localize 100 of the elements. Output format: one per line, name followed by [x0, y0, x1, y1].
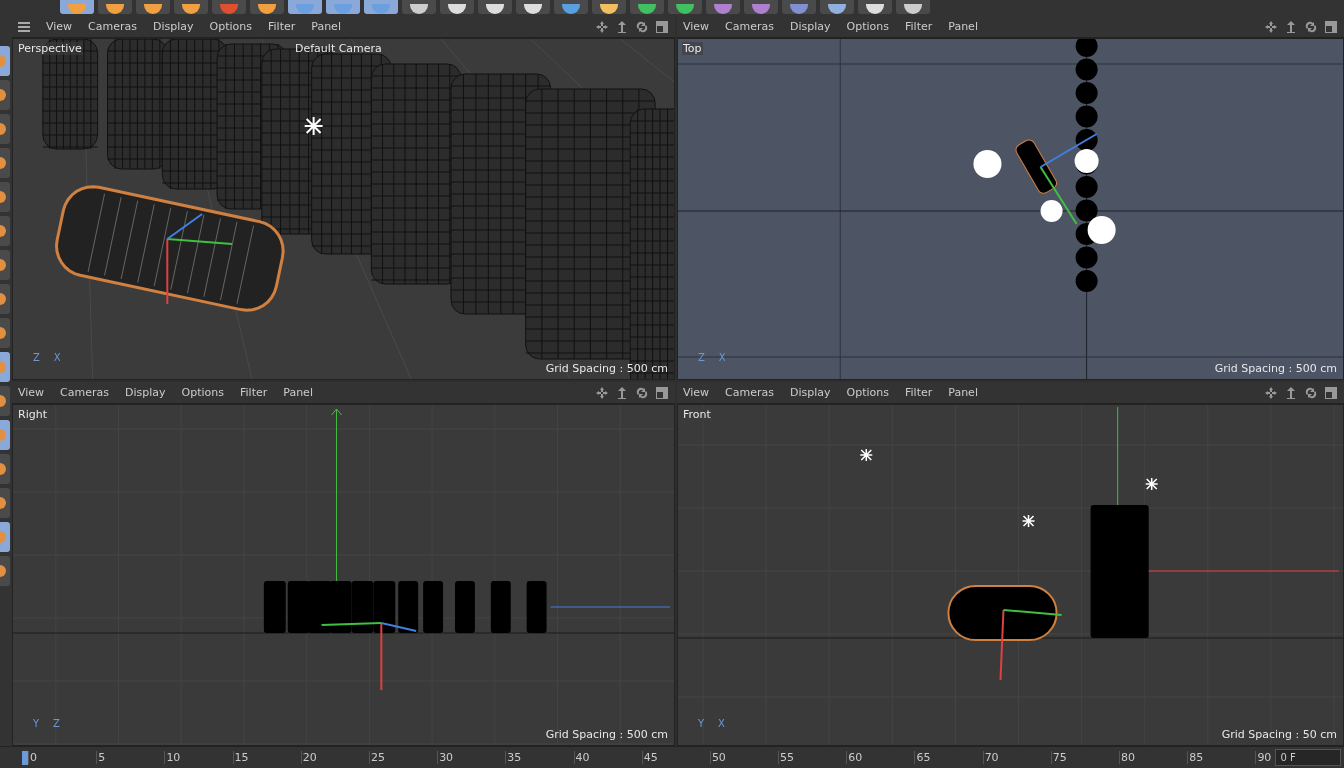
toolbar-button[interactable]: [98, 0, 132, 14]
move-arrows-icon[interactable]: [595, 19, 609, 34]
gizmo-axis-line[interactable]: [1002, 609, 1063, 616]
tool-icon: [68, 4, 86, 14]
rotate-arrows-icon[interactable]: [635, 385, 649, 400]
toolbar-button[interactable]: [630, 0, 664, 14]
toolbar-button[interactable]: [402, 0, 436, 14]
frame-tick-label: 10: [164, 751, 233, 764]
tool-button[interactable]: [0, 488, 10, 518]
rotate-arrows-icon[interactable]: [1304, 385, 1318, 400]
tool-icon: [904, 4, 922, 14]
menu-item[interactable]: Display: [790, 20, 831, 33]
gizmo-axis-line[interactable]: [1039, 133, 1098, 168]
tool-button[interactable]: [0, 114, 10, 144]
menu-item[interactable]: Panel: [948, 20, 978, 33]
tool-icon: [0, 89, 6, 101]
toolbar-button[interactable]: [250, 0, 284, 14]
tool-button[interactable]: [0, 216, 10, 246]
grid-spacing-label: Grid Spacing : 500 cm: [545, 362, 668, 375]
menu-item[interactable]: Options: [846, 386, 889, 399]
move-arrows-icon[interactable]: [1264, 385, 1278, 400]
toolbar-button[interactable]: [440, 0, 474, 14]
axis-label: Y: [698, 718, 705, 729]
gizmo-axis-line[interactable]: [999, 609, 1005, 681]
tool-button[interactable]: [0, 80, 10, 110]
menu-item[interactable]: View: [46, 20, 73, 33]
up-down-arrow-icon[interactable]: [615, 19, 629, 34]
rotate-arrows-icon[interactable]: [635, 19, 649, 34]
menu-item[interactable]: Filter: [240, 386, 268, 399]
tool-icon: [372, 4, 390, 14]
menu-item[interactable]: Cameras: [725, 386, 774, 399]
gizmo-axis-line[interactable]: [320, 622, 383, 626]
menu-item[interactable]: Cameras: [725, 20, 774, 33]
toolbar-button[interactable]: [174, 0, 208, 14]
tool-button[interactable]: [0, 318, 10, 348]
maximize-icon[interactable]: [1324, 385, 1338, 400]
light-icon: [1021, 514, 1036, 528]
can-icon: [1075, 199, 1098, 222]
tool-button[interactable]: [0, 250, 10, 280]
can-icon: [398, 581, 419, 633]
menu-item[interactable]: Options: [846, 20, 889, 33]
toolbar-button[interactable]: [782, 0, 816, 14]
menu-item[interactable]: View: [18, 386, 45, 399]
up-down-arrow-icon[interactable]: [615, 385, 629, 400]
tool-button[interactable]: [0, 182, 10, 212]
frame-tick-label: 40: [573, 751, 642, 764]
menu-item[interactable]: Display: [125, 386, 166, 399]
menu-item[interactable]: View: [683, 386, 710, 399]
toolbar-button[interactable]: [516, 0, 550, 14]
tool-icon: [0, 565, 6, 577]
menu-item[interactable]: Display: [790, 386, 831, 399]
toolbar-button[interactable]: [554, 0, 588, 14]
toolbar-button[interactable]: [478, 0, 512, 14]
tool-button[interactable]: [0, 148, 10, 178]
tool-button[interactable]: [0, 454, 10, 484]
toolbar-button[interactable]: [896, 0, 930, 14]
up-down-arrow-icon[interactable]: [1284, 385, 1298, 400]
menu-item[interactable]: Panel: [311, 20, 341, 33]
menu-item[interactable]: Options: [209, 20, 252, 33]
maximize-icon[interactable]: [655, 19, 669, 34]
menu-item[interactable]: Filter: [905, 20, 933, 33]
toolbar-button[interactable]: [668, 0, 702, 14]
maximize-icon[interactable]: [1324, 19, 1338, 34]
toolbar-button[interactable]: [136, 0, 170, 14]
frame-tick-label: 70: [982, 751, 1051, 764]
move-arrows-icon[interactable]: [1264, 19, 1278, 34]
menu-item[interactable]: Filter: [905, 386, 933, 399]
move-arrows-icon[interactable]: [595, 385, 609, 400]
toolbar-button[interactable]: [820, 0, 854, 14]
toolbar-button[interactable]: [744, 0, 778, 14]
tool-button[interactable]: [0, 386, 10, 416]
tool-icon: [486, 4, 504, 14]
frame-tick-label: 50: [709, 751, 779, 764]
can-icon: [1075, 129, 1098, 151]
menu-item[interactable]: Cameras: [88, 20, 137, 33]
menu-item[interactable]: Panel: [283, 386, 313, 399]
menu-item[interactable]: View: [683, 20, 710, 33]
tool-button[interactable]: [0, 556, 10, 586]
viewport-label: Right: [17, 408, 48, 421]
tool-button[interactable]: [0, 284, 10, 314]
up-down-arrow-icon[interactable]: [1284, 19, 1298, 34]
toolbar-button[interactable]: [858, 0, 892, 14]
toolbar-button[interactable]: [592, 0, 626, 14]
tool-icon: [0, 463, 6, 475]
toolbar-button[interactable]: [706, 0, 740, 14]
menu-item[interactable]: Panel: [948, 386, 978, 399]
menu-item[interactable]: Filter: [268, 20, 296, 33]
menu-item[interactable]: Display: [153, 20, 194, 33]
menu-item[interactable]: Options: [181, 386, 224, 399]
rotate-arrows-icon[interactable]: [1304, 19, 1318, 34]
axis-label: X: [53, 352, 61, 363]
menu-item[interactable]: Cameras: [60, 386, 109, 399]
playhead[interactable]: [22, 750, 28, 765]
menu-icon[interactable]: [18, 21, 30, 32]
light-icon: [1087, 216, 1116, 244]
can-icon: [1075, 39, 1098, 57]
gizmo-axis-line[interactable]: [1039, 166, 1078, 225]
gizmo-axis-line[interactable]: [166, 238, 233, 245]
maximize-icon[interactable]: [655, 385, 669, 400]
grid-spacing-label: Grid Spacing : 50 cm: [1221, 728, 1337, 741]
